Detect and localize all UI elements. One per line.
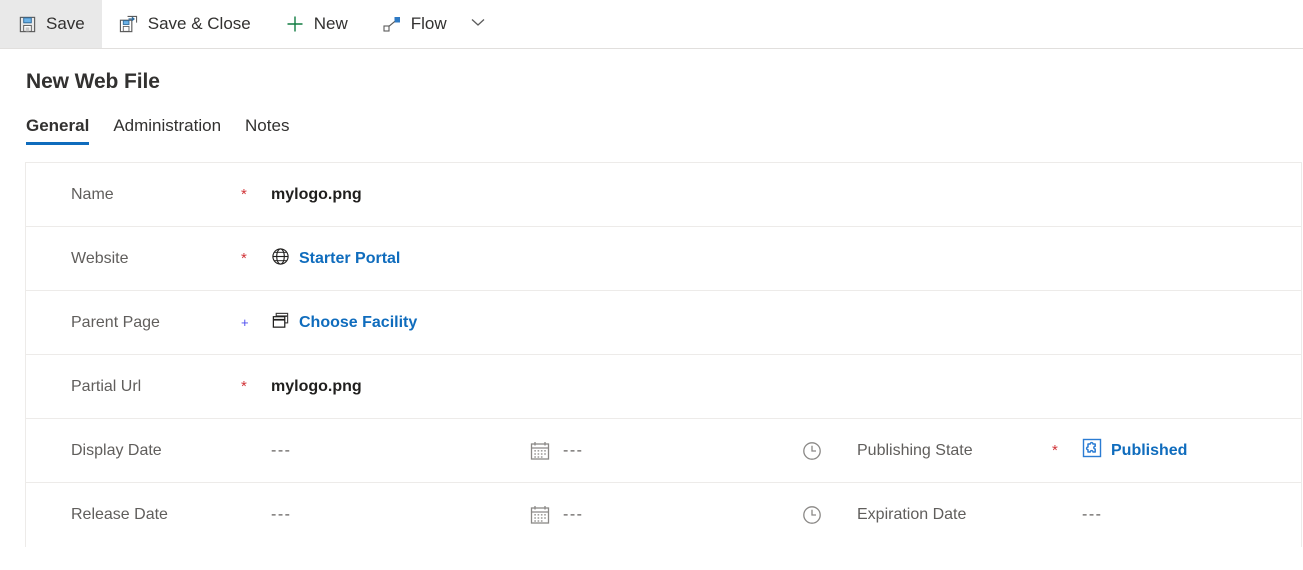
tab-administration[interactable]: Administration xyxy=(101,116,233,145)
field-value-release-date[interactable]: --- xyxy=(271,506,529,524)
plus-icon xyxy=(285,14,305,34)
field-label-expiration-date: Expiration Date xyxy=(857,506,967,523)
required-marker-website: * xyxy=(241,250,247,267)
field-value-parent-page-text: Choose Facility xyxy=(299,313,418,331)
clock-icon[interactable] xyxy=(801,504,857,526)
required-marker-publishing-state: * xyxy=(1052,442,1058,459)
save-button[interactable]: Save xyxy=(0,0,102,48)
field-label-parent-page: Parent Page xyxy=(71,313,160,331)
required-marker-name: * xyxy=(241,186,247,203)
tab-notes-label: Notes xyxy=(245,116,290,135)
field-value-publishing-state[interactable]: Published xyxy=(1082,438,1187,463)
field-value-name-text: mylogo.png xyxy=(271,185,362,203)
field-row-name: Name * mylogo.png xyxy=(26,163,1301,227)
field-value-expiration-date[interactable]: --- xyxy=(1082,506,1102,524)
publishing-state-icon xyxy=(1082,438,1102,463)
tab-general-label: General xyxy=(26,116,90,135)
field-label-release-date: Release Date xyxy=(71,506,168,523)
field-row-display-date: Display Date --- --- Publishing State * … xyxy=(26,419,1301,483)
field-row-parent-page: Parent Page + Choose Facility xyxy=(26,291,1301,355)
new-button-label: New xyxy=(313,14,348,33)
tab-general[interactable]: General xyxy=(26,116,101,145)
save-and-close-icon xyxy=(119,14,139,34)
form-tab-list: General Administration Notes xyxy=(0,116,1303,145)
field-value-name[interactable]: mylogo.png xyxy=(271,186,362,204)
field-value-expiration-date-text: --- xyxy=(1082,506,1103,523)
flow-button[interactable]: Flow xyxy=(365,0,464,48)
page-title: New Web File xyxy=(26,70,160,93)
save-and-close-button[interactable]: Save & Close xyxy=(102,0,268,48)
field-row-partial-url: Partial Url * mylogo.png xyxy=(26,355,1301,419)
field-label-display-date: Display Date xyxy=(71,441,162,459)
recommended-marker-parent-page: + xyxy=(241,315,249,330)
field-label-name: Name xyxy=(71,185,114,203)
save-button-label: Save xyxy=(46,14,85,33)
command-bar: Save Save & Close New Flow xyxy=(0,0,1303,49)
flow-button-label: Flow xyxy=(410,14,447,33)
field-row-website: Website * Starter Portal xyxy=(26,227,1301,291)
field-value-partial-url-text: mylogo.png xyxy=(271,377,362,395)
field-label-partial-url: Partial Url xyxy=(71,377,142,395)
field-label-website: Website xyxy=(71,249,129,267)
command-bar-overflow-button[interactable] xyxy=(464,0,500,48)
flow-icon xyxy=(382,14,402,34)
general-tab-form: Name * mylogo.png Website * Starter Port… xyxy=(25,162,1302,547)
field-value-website-text: Starter Portal xyxy=(299,249,401,267)
field-value-website[interactable]: Starter Portal xyxy=(271,247,400,271)
calendar-icon[interactable] xyxy=(529,504,563,526)
tab-notes[interactable]: Notes xyxy=(233,116,301,145)
globe-icon xyxy=(271,247,290,271)
save-icon xyxy=(17,14,37,34)
save-and-close-label: Save & Close xyxy=(147,14,251,33)
clock-icon[interactable] xyxy=(801,440,857,462)
chevron-down-icon xyxy=(468,12,488,37)
field-value-partial-url[interactable]: mylogo.png xyxy=(271,378,362,396)
tab-administration-label: Administration xyxy=(113,116,222,135)
field-label-publishing-state: Publishing State xyxy=(857,441,973,459)
page-header: New Web File xyxy=(0,49,1303,94)
required-marker-partial-url: * xyxy=(241,378,247,395)
pages-icon xyxy=(271,311,290,335)
field-value-display-date[interactable]: --- xyxy=(271,442,529,460)
field-value-release-time[interactable]: --- xyxy=(563,506,801,524)
field-row-release-date: Release Date --- --- Expiration Date --- xyxy=(26,483,1301,547)
field-value-parent-page[interactable]: Choose Facility xyxy=(271,311,417,335)
calendar-icon[interactable] xyxy=(529,440,563,462)
new-button[interactable]: New xyxy=(268,0,365,48)
field-value-display-time[interactable]: --- xyxy=(563,442,801,460)
field-value-publishing-state-text: Published xyxy=(1111,441,1188,459)
